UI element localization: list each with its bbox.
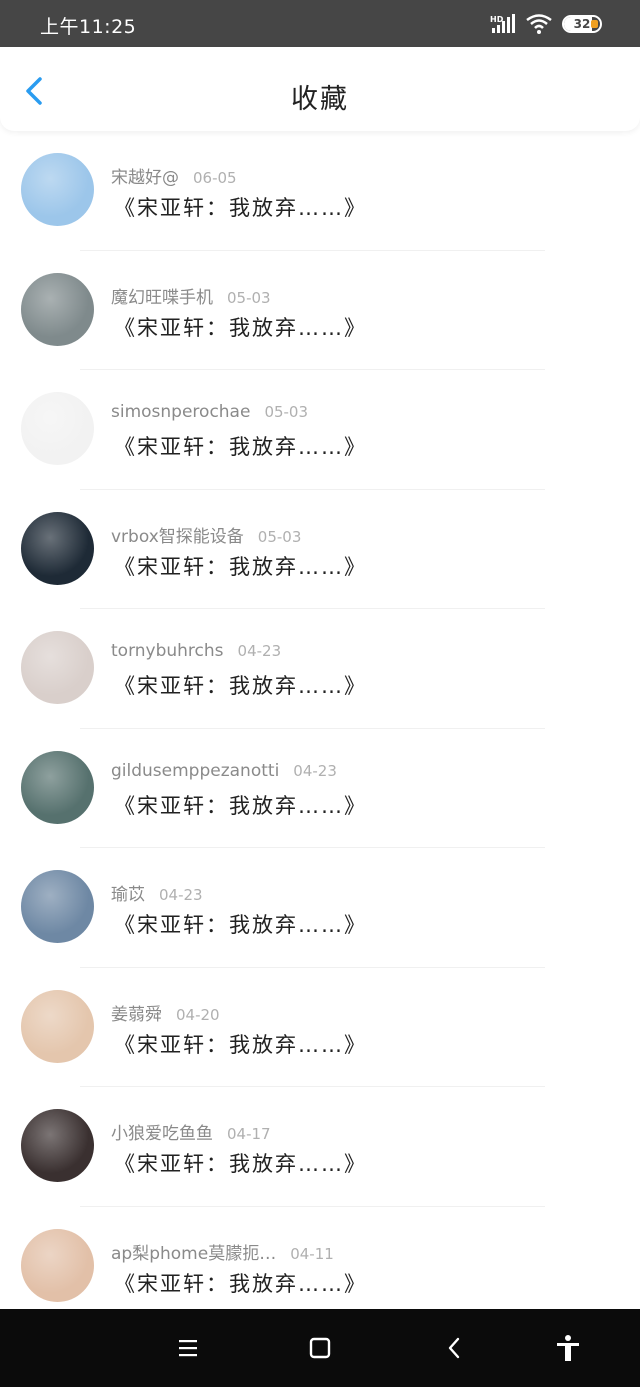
avatar-image bbox=[21, 1109, 94, 1182]
item-title[interactable]: 《宋亚轩：我放弃……》 bbox=[114, 1268, 367, 1298]
list-item[interactable]: gildusemppezanotti 04-23 《宋亚轩：我放弃……》 bbox=[0, 729, 640, 848]
item-meta: tornybuhrchs 04-23 bbox=[111, 641, 281, 661]
item-meta: 小狼爱吃鱼鱼 04-17 bbox=[111, 1119, 271, 1144]
item-title[interactable]: 《宋亚轩：我放弃……》 bbox=[114, 312, 367, 342]
item-title[interactable]: 《宋亚轩：我放弃……》 bbox=[114, 1148, 367, 1178]
item-author[interactable]: 姜蒻舜 bbox=[111, 1005, 162, 1025]
item-meta: 瑜苡 04-23 bbox=[111, 880, 203, 905]
item-date: 04-23 bbox=[159, 886, 203, 904]
avatar-image bbox=[21, 153, 94, 226]
item-title[interactable]: 《宋亚轩：我放弃……》 bbox=[114, 192, 367, 222]
item-meta: 魔幻旺喋手机 05-03 bbox=[111, 283, 271, 308]
item-meta: 姜蒻舜 04-20 bbox=[111, 1000, 220, 1025]
item-author[interactable]: 小狼爱吃鱼鱼 bbox=[111, 1124, 213, 1144]
avatar[interactable] bbox=[21, 631, 94, 704]
item-author[interactable]: gildusemppezanotti bbox=[111, 761, 279, 781]
back-icon[interactable] bbox=[440, 1333, 470, 1363]
list-item[interactable]: 姜蒻舜 04-20 《宋亚轩：我放弃……》 bbox=[0, 968, 640, 1087]
item-author[interactable]: simosnperochae bbox=[111, 402, 250, 422]
system-nav-bar bbox=[0, 1309, 640, 1387]
item-meta: gildusemppezanotti 04-23 bbox=[111, 761, 337, 781]
item-date: 04-20 bbox=[176, 1005, 220, 1024]
item-author[interactable]: 瑜苡 bbox=[111, 885, 145, 905]
hd-signal-icon: HD bbox=[490, 14, 515, 33]
avatar[interactable] bbox=[21, 511, 94, 585]
item-author[interactable]: ap梨phome莫朦扼… bbox=[111, 1244, 276, 1264]
item-author[interactable]: vrbox智探能设备 bbox=[111, 527, 244, 547]
list-item[interactable]: vrbox智探能设备 05-03 《宋亚轩：我放弃……》 bbox=[0, 490, 640, 609]
avatar-image bbox=[21, 272, 94, 346]
item-title[interactable]: 《宋亚轩：我放弃……》 bbox=[114, 1029, 367, 1059]
header: 收藏 bbox=[0, 47, 640, 131]
item-date: 05-03 bbox=[257, 527, 302, 546]
status-bar: 上午11:25 HD 32 bbox=[0, 0, 640, 47]
avatar-image bbox=[21, 511, 94, 585]
avatar[interactable] bbox=[21, 750, 94, 824]
avatar[interactable] bbox=[21, 1109, 94, 1182]
status-time: 上午11:25 bbox=[40, 16, 137, 38]
svg-text:HD: HD bbox=[490, 15, 504, 24]
avatar-image bbox=[21, 750, 94, 824]
avatar[interactable] bbox=[21, 392, 94, 465]
list-item[interactable]: 魔幻旺喋手机 05-03 《宋亚轩：我放弃……》 bbox=[0, 251, 640, 370]
avatar[interactable] bbox=[21, 870, 94, 943]
battery-icon: 32 bbox=[562, 15, 602, 33]
status-icons: HD 32 bbox=[490, 14, 602, 34]
avatar[interactable] bbox=[21, 1228, 94, 1302]
item-meta: simosnperochae 05-03 bbox=[111, 402, 308, 422]
item-author[interactable]: tornybuhrchs bbox=[111, 641, 224, 661]
item-date: 04-23 bbox=[237, 642, 282, 660]
item-title[interactable]: 《宋亚轩：我放弃……》 bbox=[114, 790, 367, 820]
page-title: 收藏 bbox=[291, 84, 349, 115]
list-item[interactable]: 瑜苡 04-23 《宋亚轩：我放弃……》 bbox=[0, 848, 640, 968]
item-date: 04-11 bbox=[290, 1244, 334, 1263]
item-author[interactable]: 宋越好@ bbox=[111, 168, 179, 188]
item-date: 05-03 bbox=[264, 403, 309, 421]
avatar-image bbox=[21, 870, 94, 943]
avatar[interactable] bbox=[21, 989, 94, 1063]
item-author[interactable]: 魔幻旺喋手机 bbox=[111, 288, 213, 308]
list-item[interactable]: simosnperochae 05-03 《宋亚轩：我放弃……》 bbox=[0, 370, 640, 490]
menu-icon[interactable] bbox=[173, 1333, 203, 1363]
item-title[interactable]: 《宋亚轩：我放弃……》 bbox=[114, 551, 367, 581]
list-item[interactable]: 小狼爱吃鱼鱼 04-17 《宋亚轩：我放弃……》 bbox=[0, 1087, 640, 1207]
avatar-image bbox=[21, 989, 94, 1063]
avatar[interactable] bbox=[21, 153, 94, 226]
battery-level: 32 bbox=[573, 17, 591, 31]
item-date: 04-17 bbox=[227, 1125, 271, 1143]
avatar-image bbox=[21, 1228, 94, 1302]
accessibility-icon[interactable] bbox=[553, 1333, 583, 1363]
item-meta: vrbox智探能设备 05-03 bbox=[111, 522, 301, 547]
item-meta: ap梨phome莫朦扼… 04-11 bbox=[111, 1239, 334, 1264]
item-date: 06-05 bbox=[193, 169, 237, 187]
item-date: 04-23 bbox=[293, 761, 337, 780]
item-title[interactable]: 《宋亚轩：我放弃……》 bbox=[114, 670, 367, 700]
wifi-icon bbox=[526, 14, 552, 34]
item-date: 05-03 bbox=[227, 288, 271, 307]
list-item[interactable]: 宋越好@ 06-05 《宋亚轩：我放弃……》 bbox=[0, 131, 640, 251]
list-item[interactable]: tornybuhrchs 04-23 《宋亚轩：我放弃……》 bbox=[0, 609, 640, 729]
favorites-list: 宋越好@ 06-05 《宋亚轩：我放弃……》 魔幻旺喋手机 05-03 《宋亚轩：我… bbox=[0, 131, 640, 1326]
home-icon[interactable] bbox=[305, 1333, 335, 1363]
avatar[interactable] bbox=[21, 272, 94, 346]
item-meta: 宋越好@ 06-05 bbox=[111, 163, 237, 188]
item-title[interactable]: 《宋亚轩：我放弃……》 bbox=[114, 431, 367, 461]
avatar-image bbox=[21, 631, 94, 704]
item-title[interactable]: 《宋亚轩：我放弃……》 bbox=[114, 909, 367, 939]
avatar-image bbox=[21, 392, 94, 465]
